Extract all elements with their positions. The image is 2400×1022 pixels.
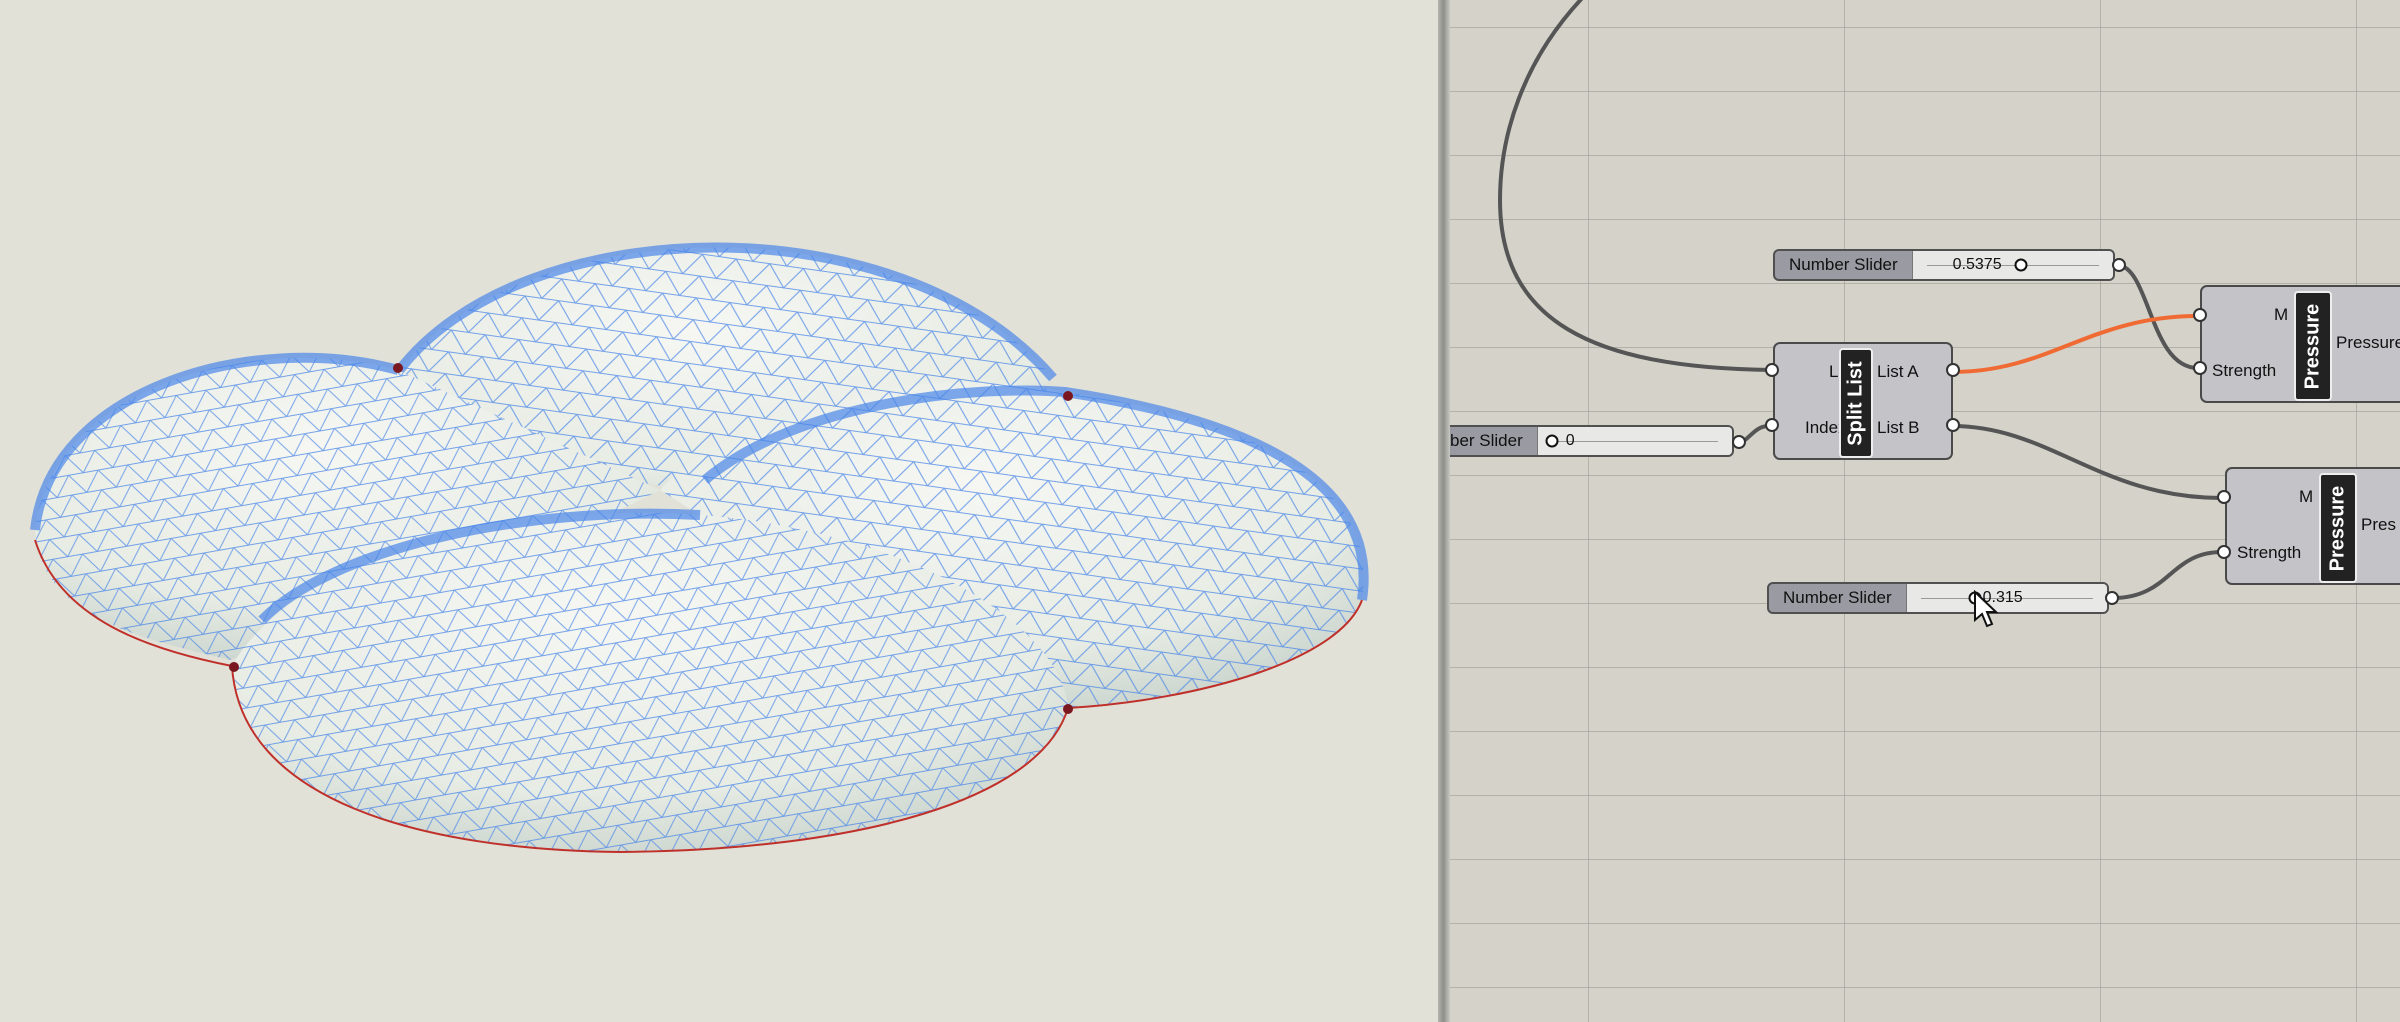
port-grip[interactable] [2193,308,2207,322]
port-grip[interactable] [1765,418,1779,432]
slider-output-grip[interactable] [2112,258,2126,272]
port-grip[interactable] [1946,418,1960,432]
wire-bottom-slider [2112,550,2223,600]
port-grip[interactable] [1946,363,1960,377]
slider-label: Number Slider [1789,255,1898,274]
anchor-point [1063,704,1073,714]
slider-label: ber Slider [1450,431,1523,450]
number-slider-strength-top[interactable]: Number Slider 0.5375 [1773,249,2115,281]
port-grip[interactable] [2193,361,2207,375]
wire-list-b [1951,424,2223,500]
port-grip[interactable] [2217,545,2231,559]
anchor-point [229,662,239,672]
slider-knob[interactable] [2014,258,2028,272]
input-strength[interactable]: Strength [2212,361,2276,381]
input-m[interactable]: M [2299,487,2313,507]
input-m[interactable]: M [2274,305,2288,325]
slider-rail[interactable]: 0 [1536,427,1732,455]
slider-output-grip[interactable] [2105,591,2119,605]
number-slider-strength-bottom[interactable]: Number Slider 0.315 [1767,582,2109,614]
slider-value: 0.5375 [1952,256,2002,273]
input-strength[interactable]: Strength [2237,543,2301,563]
output-pressure[interactable]: Pressure [2336,333,2400,353]
mouse-cursor-icon [1974,590,1999,628]
dome-mesh-geometry [30,242,1369,854]
number-slider-index[interactable]: ber Slider 0 [1450,425,1734,457]
slider-label: Number Slider [1783,588,1892,607]
wire-input-list [1497,0,1773,372]
slider-rail[interactable]: 0.5375 [1911,251,2113,279]
rhino-viewport[interactable] [0,0,1438,1022]
anchor-point [393,363,403,373]
slider-rail[interactable]: 0.315 [1905,584,2107,612]
output-pressure[interactable]: Pres [2361,515,2396,535]
slider-value: 0 [1565,432,1575,449]
pressure-component-bottom[interactable]: M Strength Pressure Pres [2225,467,2400,585]
port-grip[interactable] [2217,490,2231,504]
anchor-point [1063,391,1073,401]
slider-output-grip[interactable] [1732,435,1746,449]
pressure-title: Pressure [2319,473,2357,583]
output-list-a[interactable]: List A [1877,362,1919,382]
split-list-title: Split List [1839,348,1873,458]
pressure-component-top[interactable]: M Strength Pressure Pressure [2200,285,2400,403]
split-list-component[interactable]: List Index Split List List A List B [1773,342,1953,460]
grasshopper-canvas[interactable]: Number Slider 0.5375 ber Slider 0 Number… [1450,0,2400,1022]
port-grip[interactable] [1765,363,1779,377]
pressure-title: Pressure [2294,291,2332,401]
slider-knob[interactable] [1545,434,1559,448]
output-list-b[interactable]: List B [1877,418,1920,438]
wire-list-a [1951,314,2199,374]
panel-divider[interactable] [1438,0,1450,1022]
